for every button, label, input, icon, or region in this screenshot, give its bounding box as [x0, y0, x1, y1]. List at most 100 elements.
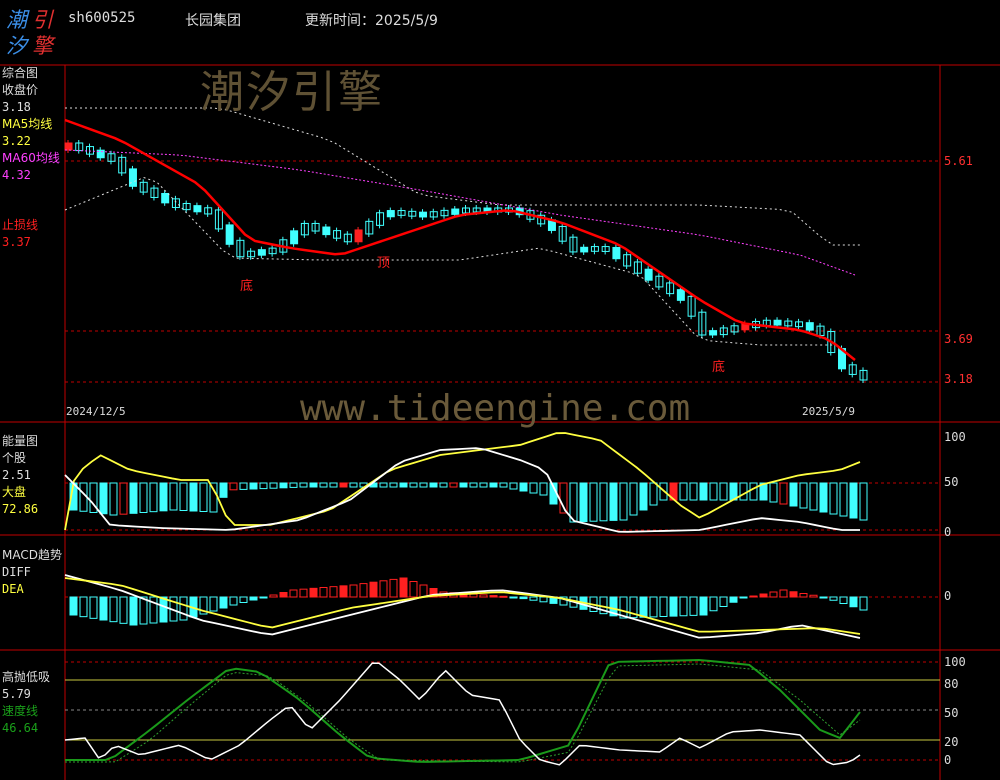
- osc-tick-100: 100: [944, 655, 966, 669]
- energy-bar: [489, 482, 498, 488]
- energy-tick-0: 0: [944, 525, 952, 539]
- energy-bar: [499, 482, 508, 488]
- energy-bar: [219, 482, 228, 498]
- energy-bar: [819, 482, 828, 513]
- macd-bar: [799, 593, 808, 598]
- macd-bar: [849, 596, 858, 608]
- energy-bar: [199, 482, 208, 512]
- energy-bar: [649, 482, 658, 506]
- osc-tick-50: 50: [944, 706, 959, 720]
- candle-body: [354, 229, 363, 243]
- energy-bar: [209, 482, 218, 513]
- energy-bar: [229, 482, 238, 491]
- macd-bar: [329, 586, 338, 598]
- macd-bar: [349, 584, 358, 598]
- macd-bar: [339, 585, 348, 598]
- macd-bar: [469, 593, 478, 598]
- macd-bar: [379, 580, 388, 598]
- dea-label: DEA: [2, 582, 24, 596]
- macd-bar: [269, 594, 278, 598]
- energy-bar: [619, 482, 628, 521]
- energy-tick-100: 100: [944, 430, 966, 444]
- macd-bar: [479, 594, 488, 598]
- energy-bar: [239, 482, 248, 490]
- energy-tick-50: 50: [944, 475, 959, 489]
- candle-body: [709, 330, 718, 336]
- macd-bar: [79, 596, 88, 618]
- candle-body: [580, 246, 589, 253]
- energy-bar: [319, 482, 328, 488]
- energy-bar: [739, 482, 748, 501]
- energy-bar: [449, 482, 458, 488]
- ma5-value: 3.22: [2, 134, 31, 148]
- macd-panel-title: MACD趋势: [2, 548, 62, 562]
- macd-tick-0: 0: [944, 589, 952, 603]
- macd-bar: [319, 587, 328, 598]
- logo-char-4: 擎: [32, 34, 53, 58]
- macd-bar: [699, 596, 708, 616]
- energy-stock-value: 2.51: [2, 468, 31, 482]
- energy-bar: [399, 482, 408, 488]
- macd-bar: [359, 583, 368, 598]
- macd-bar: [89, 596, 98, 619]
- macd-bar: [219, 596, 228, 609]
- energy-bar: [339, 482, 348, 488]
- energy-bar: [109, 482, 118, 516]
- energy-bar: [719, 482, 728, 501]
- energy-bar: [349, 482, 358, 488]
- osc-panel-title: 高抛低吸: [2, 670, 51, 684]
- candle-body: [128, 168, 137, 187]
- market-energy-line: [64, 432, 861, 531]
- energy-bar: [479, 482, 488, 488]
- energy-bar: [859, 482, 868, 521]
- macd-bar: [759, 593, 768, 598]
- macd-bar: [649, 596, 658, 618]
- macd-bar: [489, 595, 498, 598]
- energy-market-value: 72.86: [2, 502, 39, 516]
- diff-label: DIFF: [2, 565, 31, 579]
- energy-bar: [379, 482, 388, 488]
- energy-stock-label: 个股: [2, 451, 27, 465]
- candle-body: [193, 205, 202, 213]
- energy-bar: [139, 482, 148, 513]
- macd-bar: [639, 596, 648, 618]
- energy-bar: [129, 482, 138, 514]
- speed-value: 46.64: [2, 721, 39, 735]
- energy-bar: [159, 482, 168, 512]
- osc-tick-20: 20: [944, 735, 959, 749]
- energy-bar: [439, 482, 448, 488]
- macd-bar: [529, 596, 538, 601]
- macd-bar: [689, 596, 698, 616]
- bottom-marker-2: 底: [712, 360, 726, 375]
- stock-code: sh600525: [68, 10, 136, 26]
- energy-bar: [419, 482, 428, 488]
- energy-bar: [809, 482, 818, 511]
- osc-value: 5.79: [2, 687, 31, 701]
- top-marker: 顶: [377, 256, 391, 271]
- macd-bar: [119, 596, 128, 624]
- osc-tick-0: 0: [944, 753, 952, 767]
- energy-bar: [429, 482, 438, 488]
- logo-char-3: 汐: [6, 34, 27, 58]
- candle-body: [805, 322, 814, 331]
- energy-bar: [539, 482, 548, 496]
- macd-bar: [409, 581, 418, 598]
- energy-bar: [309, 482, 318, 488]
- macd-bar: [309, 587, 318, 598]
- dea-line: [64, 577, 861, 635]
- stop-loss-value: 3.37: [2, 235, 31, 249]
- energy-bar: [169, 482, 178, 511]
- energy-panel-title: 能量图: [2, 434, 39, 448]
- macd-bar: [239, 596, 248, 603]
- macd-bar: [229, 596, 238, 606]
- macd-bar: [289, 589, 298, 598]
- energy-bar: [749, 482, 758, 501]
- macd-bar: [789, 591, 798, 598]
- energy-bar: [299, 482, 308, 488]
- stop-loss-line: [64, 118, 856, 361]
- ma5-label: MA5均线: [2, 117, 53, 131]
- url-watermark: www.tideengine.com: [300, 388, 691, 429]
- macd-bar: [159, 596, 168, 623]
- energy-bar: [99, 482, 108, 515]
- macd-bar: [809, 594, 818, 598]
